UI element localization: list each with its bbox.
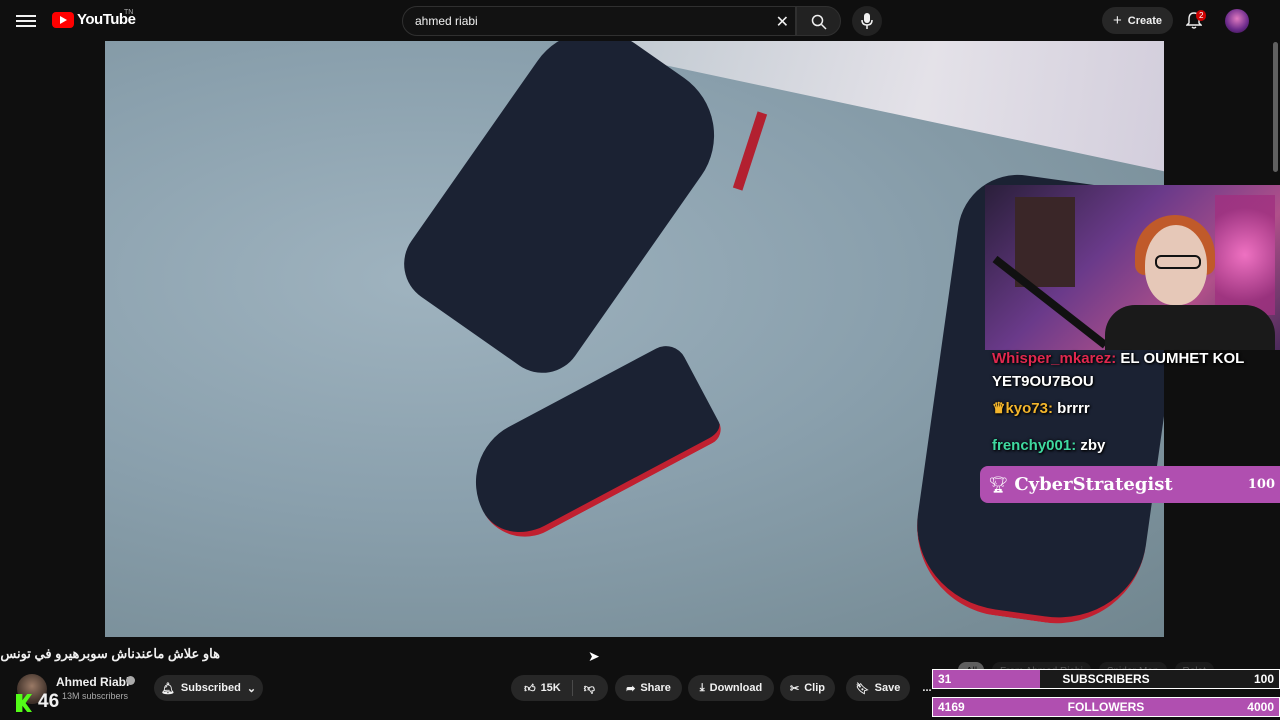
followers-target: 4000 — [1247, 700, 1274, 714]
save-button[interactable]: 🔖︎ Save — [846, 675, 910, 701]
create-label: Create — [1127, 14, 1162, 27]
like-dislike-group: 👍︎ 15K 👎︎ — [511, 675, 608, 701]
webcam-background-door — [1015, 197, 1075, 287]
create-button[interactable]: + Create — [1102, 7, 1173, 34]
download-button[interactable]: ⤓ Download — [688, 675, 774, 701]
search-button[interactable] — [796, 6, 841, 36]
alert-username: CyberStrategist — [1014, 474, 1173, 495]
top-bar: YouTube TN ahmed riabi ✕ + Create 2 — [0, 0, 1280, 42]
chat-username: frenchy001: — [992, 437, 1077, 454]
mouse-cursor-icon: ➤ — [588, 648, 600, 664]
subscribed-button[interactable]: 🔔︎ Subscribed ⌄ — [154, 675, 263, 701]
verified-badge-icon — [126, 676, 135, 685]
country-code: TN — [124, 9, 134, 16]
like-icon[interactable]: 👍︎ — [524, 682, 536, 695]
chevron-down-icon: ⌄ — [246, 682, 257, 695]
notification-count-badge: 2 — [1196, 10, 1207, 21]
followers-goal-bar: 4169 FOLLOWERS 4000 — [932, 697, 1280, 717]
subscribers-goal-bar: 31 SUBSCRIBERS 100 — [932, 669, 1280, 689]
streamer-webcam — [985, 185, 1280, 350]
search-input[interactable]: ahmed riabi — [415, 14, 478, 28]
video-frame-boot-left-foot — [453, 338, 727, 554]
chat-message: Whisper_mkarez: EL OUMHET KOL YET9OU7BOU — [985, 347, 1272, 393]
subscribers-label: SUBSCRIBERS — [1062, 672, 1150, 686]
microphone-icon — [861, 13, 873, 29]
bell-icon: 🔔︎ — [160, 682, 175, 695]
page-scrollbar-thumb[interactable] — [1273, 42, 1278, 172]
share-icon: ➦ — [626, 682, 636, 695]
voice-search-button[interactable] — [852, 6, 882, 36]
clip-label: Clip — [804, 682, 825, 694]
bookmark-icon: 🔖︎ — [855, 682, 870, 695]
chat-message: frenchy001: zby — [985, 434, 1272, 457]
hamburger-menu-icon[interactable] — [16, 12, 36, 30]
alert-count: 100 — [1247, 477, 1275, 492]
subscribed-label: Subscribed — [180, 682, 241, 694]
video-frame-red-stripe — [732, 111, 768, 191]
youtube-play-icon — [52, 11, 74, 28]
like-count[interactable]: 15K — [541, 682, 561, 694]
chat-message: ♛kyo73: brrrr — [985, 397, 1272, 420]
channel-name[interactable]: Ahmed Riabi — [56, 675, 129, 689]
stream-chat-overlay: Whisper_mkarez: EL OUMHET KOL YET9OU7BOU… — [985, 347, 1272, 457]
crown-icon: ♛ — [992, 400, 1006, 417]
followers-label: FOLLOWERS — [1067, 700, 1145, 714]
chat-text: zby — [1080, 437, 1106, 454]
more-icon: ... — [922, 682, 932, 694]
webcam-pink-light — [1215, 195, 1275, 315]
chat-username: kyo73: — [1005, 400, 1053, 417]
webcam-streamer-shirt — [1105, 305, 1275, 350]
chat-username: Whisper_mkarez: — [992, 350, 1117, 367]
share-label: Share — [640, 682, 671, 694]
subscribers-target: 100 — [1253, 672, 1274, 686]
like-divider — [571, 680, 573, 696]
top-supporter-alert: 🏆︎ CyberStrategist 100 — [980, 466, 1280, 503]
save-label: Save — [874, 682, 901, 694]
video-title: هاو علاش ماعندناش سوبرهيرو في تونس — [0, 646, 220, 661]
trophy-icon: 🏆︎ — [988, 476, 1009, 494]
youtube-logo[interactable]: YouTube TN — [52, 9, 136, 28]
chat-text: brrrr — [1057, 400, 1090, 417]
download-icon: ⤓ — [699, 681, 705, 694]
webcam-streamer-glasses — [1155, 255, 1201, 269]
subscriber-count: 13M subscribers — [62, 691, 129, 701]
account-avatar[interactable] — [1225, 9, 1249, 33]
plus-icon: + — [1112, 12, 1122, 29]
video-frame-boot-left — [388, 41, 742, 389]
kick-viewer-count: 46 — [38, 691, 60, 712]
search-box[interactable]: ahmed riabi ✕ — [402, 6, 796, 36]
search-icon — [811, 14, 827, 30]
share-button[interactable]: ➦ Share — [615, 675, 682, 701]
dislike-icon[interactable]: 👎︎ — [584, 682, 595, 695]
download-label: Download — [709, 682, 763, 694]
clear-search-icon[interactable]: ✕ — [776, 12, 789, 32]
scissors-icon: ✂ — [790, 682, 800, 695]
clip-button[interactable]: ✂ Clip — [780, 675, 835, 701]
